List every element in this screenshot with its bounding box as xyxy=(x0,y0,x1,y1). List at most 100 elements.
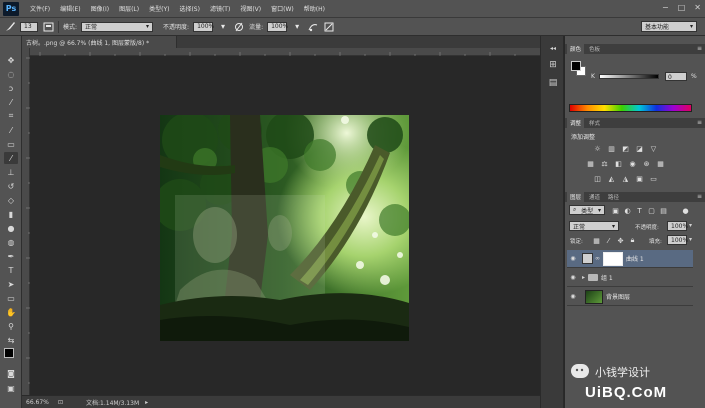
workspace-dropdown[interactable]: 基本功能 ▾ xyxy=(641,21,697,32)
move-tool-icon[interactable]: ✥ xyxy=(4,54,18,66)
menu-filter[interactable]: 滤镜(T) xyxy=(205,4,235,13)
menu-layer[interactable]: 图层(L) xyxy=(114,4,144,13)
brush-size-picker[interactable]: 13 xyxy=(20,21,38,32)
levels-icon[interactable]: ▥ xyxy=(607,144,616,153)
document-tab[interactable]: 古树。.png @ 66.7% (曲线 1, 图层蒙版/8) * xyxy=(22,36,177,48)
ruler-horizontal[interactable] xyxy=(30,48,540,56)
status-menu-icon[interactable]: ▸ xyxy=(145,399,148,406)
maximize-icon[interactable]: □ xyxy=(678,3,686,12)
menu-edit[interactable]: 编辑(E) xyxy=(55,4,85,13)
panel-menu-icon[interactable]: ≡ xyxy=(697,45,702,52)
menu-image[interactable]: 图像(I) xyxy=(86,4,114,13)
stamp-tool-icon[interactable]: ⊥ xyxy=(4,166,18,178)
healing-brush-icon[interactable]: ▭ xyxy=(4,138,18,150)
pressure-opacity-icon[interactable] xyxy=(233,21,245,33)
menu-type[interactable]: 类型(Y) xyxy=(144,4,174,13)
expand-arrow-icon[interactable]: ▸ xyxy=(582,274,585,281)
filter-toggle-icon[interactable]: ● xyxy=(681,206,690,215)
layer-row-background[interactable]: ◉ 背景图层 xyxy=(567,288,693,306)
exposure-icon[interactable]: ◪ xyxy=(635,144,644,153)
pressure-size-icon[interactable] xyxy=(323,21,335,33)
gradient-tool-icon[interactable]: ▮ xyxy=(4,208,18,220)
opacity-field[interactable]: 100% xyxy=(193,21,214,32)
menu-view[interactable]: 视图(V) xyxy=(235,4,266,13)
hue-saturation-icon[interactable]: ▦ xyxy=(586,159,595,168)
eye-icon[interactable]: ◉ xyxy=(567,274,579,281)
properties-panel-icon[interactable]: ▤ xyxy=(545,76,561,90)
eyedropper-tool-icon[interactable]: ⁄ xyxy=(4,124,18,136)
menu-window[interactable]: 窗口(W) xyxy=(266,4,299,13)
curves-icon[interactable]: ◩ xyxy=(621,144,630,153)
chevron-down-icon[interactable]: ▾ xyxy=(291,21,303,33)
link-icon[interactable]: ∞ xyxy=(595,255,600,262)
invert-icon[interactable]: ◫ xyxy=(593,174,602,183)
menu-file[interactable]: 文件(F) xyxy=(25,4,55,13)
document-size[interactable]: 文档:1.14M/3.13M xyxy=(86,398,139,407)
mode-dropdown[interactable]: 正常 ▾ xyxy=(81,21,154,32)
history-panel-icon[interactable]: ⊞ xyxy=(545,58,561,72)
channel-mixer-icon[interactable]: ⊛ xyxy=(642,159,651,168)
tab-adjustments[interactable]: 调整 xyxy=(567,118,585,128)
foreground-color-swatch[interactable] xyxy=(4,348,14,358)
posterize-icon[interactable]: ◭ xyxy=(607,174,616,183)
screen-mode-icon[interactable]: ▣ xyxy=(4,382,18,394)
k-value-field[interactable]: 0 xyxy=(665,72,687,81)
selective-color-icon[interactable]: ▣ xyxy=(635,174,644,183)
eraser-tool-icon[interactable]: ◇ xyxy=(4,194,18,206)
shape-tool-icon[interactable]: ▭ xyxy=(4,292,18,304)
chevron-down-icon[interactable]: ▾ xyxy=(689,236,692,243)
lock-transparent-icon[interactable]: ▦ xyxy=(592,236,601,245)
marquee-tool-icon[interactable]: ◌ xyxy=(4,68,18,80)
close-icon[interactable]: ✕ xyxy=(694,3,701,12)
ruler-vertical[interactable] xyxy=(22,48,30,395)
eye-icon[interactable]: ◉ xyxy=(567,293,579,300)
minimize-icon[interactable]: − xyxy=(662,3,669,12)
brightness-contrast-icon[interactable]: ☼ xyxy=(593,144,602,153)
quick-mask-icon[interactable]: ◙ xyxy=(4,367,18,379)
blur-tool-icon[interactable]: ● xyxy=(4,222,18,234)
tab-layers[interactable]: 图层 xyxy=(567,192,585,202)
hand-tool-icon[interactable]: ✋ xyxy=(4,306,18,318)
tab-paths[interactable]: 路径 xyxy=(605,192,622,202)
tab-styles[interactable]: 样式 xyxy=(586,118,603,128)
history-brush-icon[interactable]: ↺ xyxy=(4,180,18,192)
layer-row-group[interactable]: ◉ ▸ 组 1 xyxy=(567,269,693,287)
color-spectrum-bar[interactable] xyxy=(569,104,692,112)
lock-image-icon[interactable]: ⁄ xyxy=(604,236,613,245)
photo-filter-icon[interactable]: ◉ xyxy=(628,159,637,168)
filter-smart-object-icon[interactable]: ▤ xyxy=(659,206,668,215)
filter-pixel-icon[interactable]: ▣ xyxy=(611,206,620,215)
tab-channels[interactable]: 通道 xyxy=(586,192,603,202)
zoom-tool-icon[interactable]: ⚲ xyxy=(4,320,18,332)
fill-field[interactable]: 100% xyxy=(667,235,688,245)
layer-row-curves[interactable]: ◉ ∞ 曲线 1 xyxy=(567,250,693,268)
color-balance-icon[interactable]: ⚖ xyxy=(600,159,609,168)
vibrance-icon[interactable]: ▽ xyxy=(649,144,658,153)
layer-mask-thumbnail[interactable] xyxy=(603,251,623,266)
black-white-icon[interactable]: ◧ xyxy=(614,159,623,168)
filter-shape-icon[interactable]: ▢ xyxy=(647,206,656,215)
panel-menu-icon[interactable]: ≡ xyxy=(697,119,702,126)
chevron-down-icon[interactable]: ▾ xyxy=(217,21,229,33)
filter-adjustment-icon[interactable]: ◐ xyxy=(623,206,632,215)
crop-tool-icon[interactable]: ⌗ xyxy=(4,110,18,122)
swap-colors-icon[interactable]: ⇆ xyxy=(4,334,18,346)
foreground-color-box[interactable] xyxy=(571,61,581,71)
chevron-down-icon[interactable]: ▾ xyxy=(689,222,692,229)
panel-menu-icon[interactable]: ≡ xyxy=(697,193,702,200)
blend-mode-dropdown[interactable]: 正常 ▾ xyxy=(569,221,619,231)
filter-type-icon[interactable]: T xyxy=(635,206,644,215)
gradient-map-icon[interactable]: ▭ xyxy=(649,174,658,183)
dodge-tool-icon[interactable]: ◍ xyxy=(4,236,18,248)
layer-opacity-field[interactable]: 100% xyxy=(667,221,688,231)
threshold-icon[interactable]: ◮ xyxy=(621,174,630,183)
brush-tool-icon[interactable] xyxy=(4,21,16,33)
path-select-tool-icon[interactable]: ➤ xyxy=(4,278,18,290)
color-lookup-icon[interactable]: ▦ xyxy=(656,159,665,168)
type-tool-icon[interactable]: T xyxy=(4,264,18,276)
pen-tool-icon[interactable]: ✒ xyxy=(4,250,18,262)
layer-filter-dropdown[interactable]: ⌕ 类型 ▾ xyxy=(569,205,605,215)
collapse-panels-icon[interactable]: ◂◂ xyxy=(545,41,561,55)
quick-select-tool-icon[interactable]: ⁄ xyxy=(4,96,18,108)
tab-swatches[interactable]: 色板 xyxy=(586,44,603,54)
